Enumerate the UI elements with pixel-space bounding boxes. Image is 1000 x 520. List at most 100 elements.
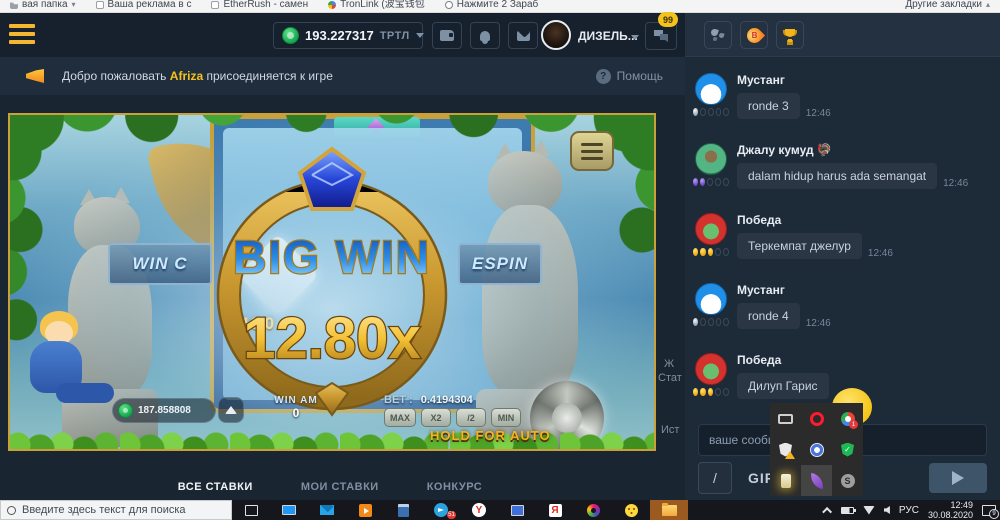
tray-feather-icon[interactable]: [801, 465, 832, 496]
screen: вая папка▾ Ваша реклама в с EtherRush - …: [0, 0, 1000, 520]
taskbar-search-input[interactable]: [22, 504, 222, 516]
chat-username[interactable]: Мустанг: [737, 283, 992, 297]
bookmark-item[interactable]: EtherRush - самен: [201, 0, 318, 13]
chat-time: 12:46: [806, 318, 831, 329]
send-arrow-icon: [952, 471, 964, 485]
game-menu-button[interactable]: [570, 131, 614, 171]
chat-icon: [653, 29, 669, 43]
file-explorer-button[interactable]: [650, 500, 688, 520]
tray-app-icon[interactable]: [770, 465, 801, 496]
wifi-icon[interactable]: [863, 506, 875, 515]
yandex-browser-button[interactable]: Y: [460, 500, 498, 520]
tab-contest[interactable]: КОНКУРС: [427, 481, 483, 493]
avatar[interactable]: [695, 73, 727, 105]
tray-display-icon[interactable]: [770, 403, 801, 434]
wallet-button[interactable]: [432, 22, 462, 49]
menu-burger-button[interactable]: [9, 24, 35, 45]
avatar[interactable]: [695, 213, 727, 245]
chat-username[interactable]: Победа: [737, 353, 992, 367]
emoji-app-button[interactable]: [612, 500, 650, 520]
chat-bubble: ronde 4: [737, 303, 800, 329]
jungle-leaves-top: [10, 113, 654, 159]
tab-all-bets[interactable]: ВСЕ СТАВКИ: [178, 481, 253, 493]
pc-app-button[interactable]: [270, 500, 308, 520]
multiplier-text: 12.80x: [243, 306, 420, 371]
medals-row: [693, 108, 729, 116]
slash-command-button[interactable]: /: [698, 462, 732, 494]
bookmark-item[interactable]: TronLink (波宝钱包: [318, 0, 435, 13]
bookmark-folder[interactable]: вая папка▾: [0, 0, 86, 13]
chevron-down-icon: [631, 35, 639, 40]
grass-strip: [10, 419, 654, 449]
notifications-button[interactable]: [470, 22, 500, 49]
avatar[interactable]: [695, 353, 727, 385]
chat-time: 12:46: [868, 248, 893, 259]
notification-text: Добро пожаловать Afriza присоединяется к…: [62, 69, 333, 83]
side-label-ist: Ист: [661, 424, 679, 436]
username-label[interactable]: ДИЗЕЛЬ...: [578, 29, 638, 43]
other-bookmarks-button[interactable]: Другие закладки▴: [895, 0, 1000, 13]
bet-half-button[interactable]: /2: [456, 408, 486, 427]
chat-message: Джалу кумуд 🦃 dalam hidup harus ada sema…: [693, 141, 992, 198]
taskbar-search[interactable]: [0, 500, 232, 520]
bet-max-button[interactable]: MAX: [384, 408, 416, 427]
paint-app-button[interactable]: [574, 500, 612, 520]
calculator-app-button[interactable]: [384, 500, 422, 520]
chat-message: Мустанг ronde 4 12:46: [693, 281, 992, 338]
bell-icon: [480, 31, 490, 41]
fireball-button[interactable]: [740, 21, 768, 49]
bet-label: BET :: [384, 394, 413, 406]
send-button[interactable]: [929, 463, 987, 493]
rain-icon: [710, 28, 726, 42]
tray-shield-warning-icon[interactable]: [770, 434, 801, 465]
tray-update-icon[interactable]: [801, 434, 832, 465]
megaphone-icon: [26, 69, 44, 83]
medals-row: [693, 178, 729, 186]
avatar[interactable]: [695, 283, 727, 315]
medals-row: [693, 248, 729, 256]
tray-browser-icon[interactable]: 1: [832, 403, 863, 434]
tray-skype-icon[interactable]: S: [832, 465, 863, 496]
chat-username[interactable]: Победа: [737, 213, 992, 227]
office-app-button[interactable]: [498, 500, 536, 520]
user-avatar[interactable]: [541, 20, 571, 50]
page-icon: [96, 1, 104, 9]
telegram-app-button[interactable]: 51: [422, 500, 460, 520]
chat-message: Мустанг ronde 312:46: [693, 71, 992, 128]
battery-icon[interactable]: [841, 507, 854, 514]
tournament-button[interactable]: [776, 21, 804, 49]
language-indicator[interactable]: РУС: [899, 505, 919, 516]
volume-icon[interactable]: [884, 506, 890, 514]
chat-messages: Мустанг ronde 312:46 Джалу кумуд 🦃 dalam…: [685, 65, 1000, 414]
tray-antivirus-icon[interactable]: [832, 434, 863, 465]
bookmark-item[interactable]: Ваша реклама в с: [86, 0, 202, 13]
side-label-zh: Ж: [664, 358, 674, 370]
clock[interactable]: 12:4930.08.2020: [928, 500, 973, 520]
movies-app-button[interactable]: [346, 500, 384, 520]
bet-buttons: MAX X2 /2 MIN: [384, 408, 521, 427]
rain-button[interactable]: [704, 21, 732, 49]
mail-button[interactable]: [508, 22, 538, 49]
chat-username[interactable]: Джалу кумуд 🦃: [737, 143, 992, 157]
chat-unread-badge: 99: [658, 12, 678, 27]
notification-center-icon[interactable]: 9: [982, 505, 996, 516]
bet-min-button[interactable]: MIN: [491, 408, 521, 427]
chat-username[interactable]: Мустанг: [737, 73, 992, 87]
game-character: [12, 311, 122, 431]
bet-x2-button[interactable]: X2: [421, 408, 451, 427]
mail-app-button[interactable]: [308, 500, 346, 520]
deposit-arrow-button[interactable]: [218, 397, 244, 423]
avatar[interactable]: [695, 143, 727, 175]
chat-bubble: Теркемпат джелур: [737, 233, 862, 259]
bookmark-item[interactable]: Нажмите 2 Зараб: [435, 0, 549, 13]
tray-opera-icon[interactable]: [801, 403, 832, 434]
currency-label: ТРТЛ: [380, 30, 410, 42]
help-button[interactable]: ?Помощь: [596, 69, 663, 84]
browser-bookmarks-bar: вая папка▾ Ваша реклама в с EtherRush - …: [0, 0, 1000, 13]
wallet-icon: [440, 30, 454, 41]
tab-my-bets[interactable]: МОИ СТАВКИ: [301, 481, 379, 493]
task-view-button[interactable]: [232, 500, 270, 520]
yandex-app-button[interactable]: Я: [536, 500, 574, 520]
tray-expand-icon[interactable]: [822, 506, 832, 516]
balance-selector[interactable]: 193.227317 ТРТЛ: [273, 22, 423, 49]
